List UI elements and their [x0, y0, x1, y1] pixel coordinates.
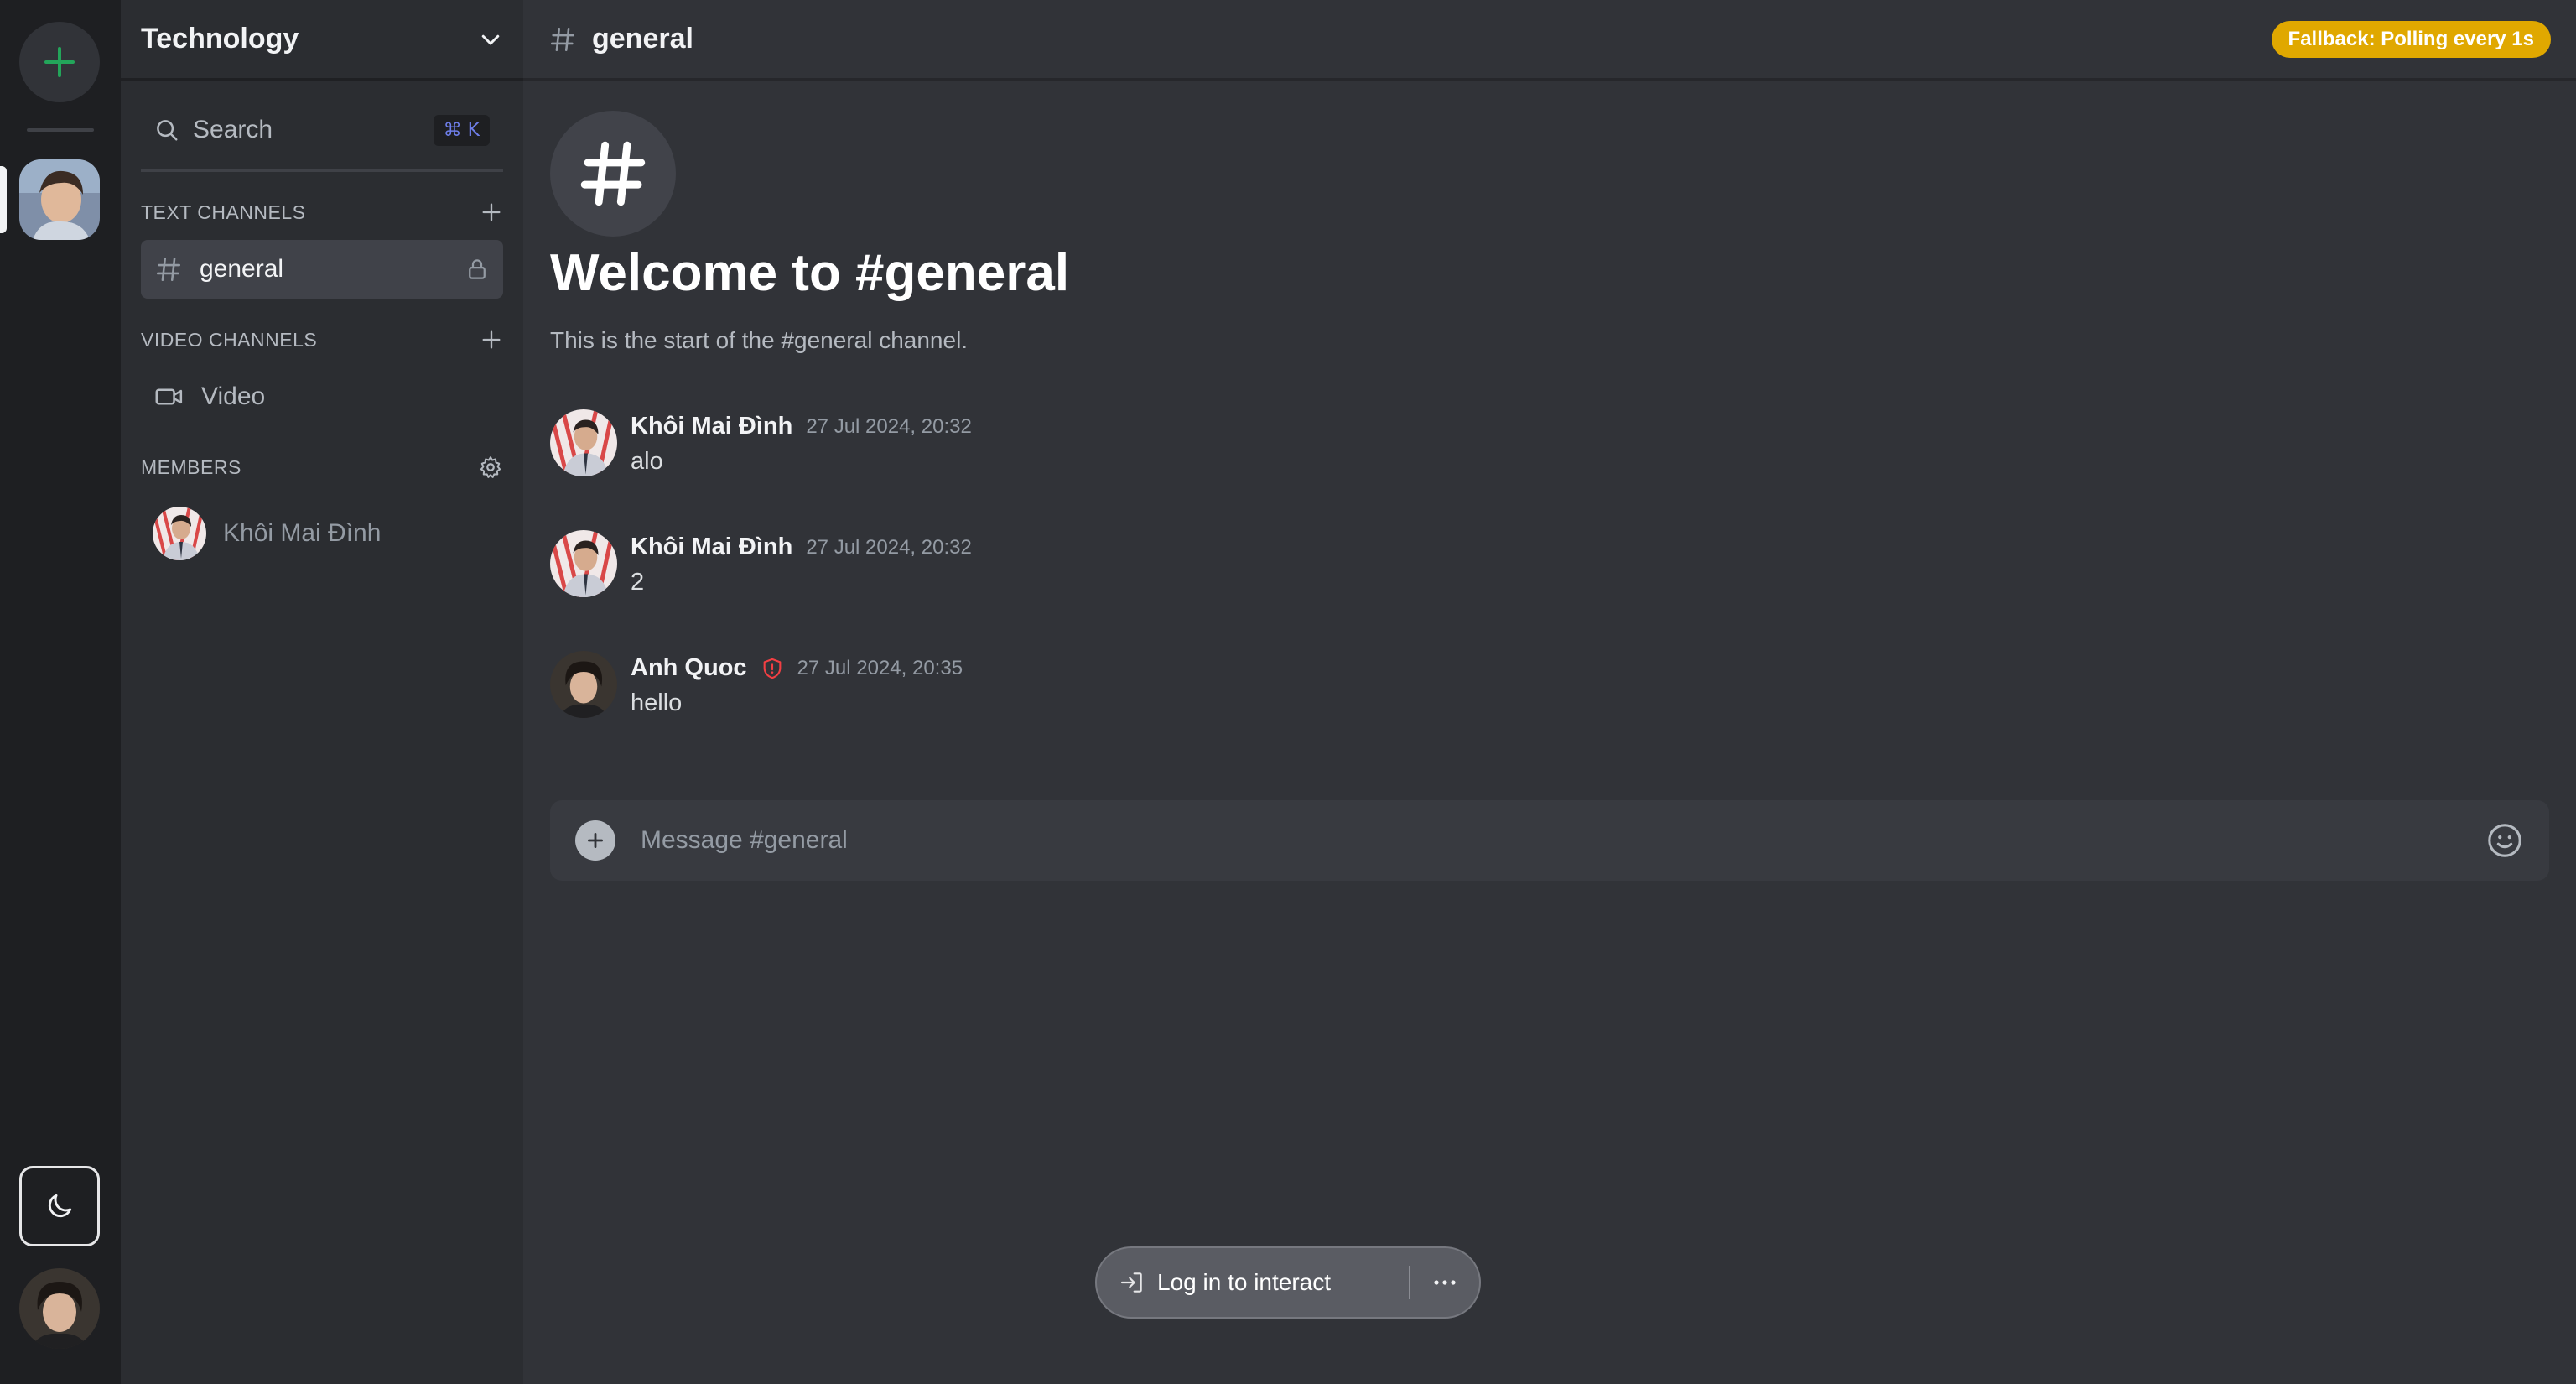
channel-item-general[interactable]: general: [141, 240, 503, 299]
chat-area: general Fallback: Polling every 1s Welco…: [523, 0, 2576, 1384]
channel-label: Video: [201, 382, 266, 410]
message-meta: Anh Quoc 27 Jul 2024, 20:35: [631, 654, 963, 682]
app-window: Technology Search ⌘ K TEXT CHANNELS gene…: [0, 0, 2576, 1384]
channel-title: general: [592, 23, 693, 55]
login-button[interactable]: Log in to interact: [1119, 1248, 1409, 1317]
theme-toggle-button[interactable]: [19, 1166, 100, 1246]
server-icon-technology[interactable]: [19, 159, 100, 240]
ellipsis-icon: [1432, 1278, 1457, 1287]
video-icon: [154, 382, 184, 411]
more-options-button[interactable]: [1410, 1248, 1479, 1317]
message-composer: [550, 800, 2549, 881]
add-server-button[interactable]: [19, 22, 100, 102]
admin-shield-icon: [761, 657, 784, 680]
video-channels-title: VIDEO CHANNELS: [141, 328, 318, 351]
status-badge: Fallback: Polling every 1s: [2271, 20, 2551, 58]
message-input[interactable]: [641, 826, 2485, 855]
welcome-subtitle: This is the start of the #general channe…: [550, 327, 969, 353]
hash-icon: [548, 25, 577, 54]
message-meta: Khôi Mai Đình 27 Jul 2024, 20:32: [631, 533, 972, 561]
channel-label: general: [200, 255, 284, 283]
members-title: MEMBERS: [141, 455, 242, 478]
sidebar-separator: [141, 169, 503, 172]
message-author[interactable]: Khôi Mai Đình: [631, 413, 792, 440]
attach-file-button[interactable]: [575, 820, 615, 861]
search-button[interactable]: Search ⌘ K: [141, 106, 503, 154]
add-text-channel-button[interactable]: [480, 200, 503, 224]
current-user-avatar[interactable]: [19, 1268, 100, 1349]
member-name: Khôi Mai Đình: [223, 519, 382, 547]
server-header[interactable]: Technology: [121, 0, 523, 81]
moon-icon: [44, 1190, 75, 1222]
hash-icon: [154, 255, 183, 284]
channel-sidebar: Technology Search ⌘ K TEXT CHANNELS gene…: [121, 0, 523, 1384]
video-channels-header: VIDEO CHANNELS: [141, 323, 503, 356]
channel-item-video[interactable]: Video: [141, 367, 503, 426]
rail-divider: [27, 128, 94, 132]
message-avatar[interactable]: [550, 530, 617, 597]
message-item: Anh Quoc 27 Jul 2024, 20:35 hello: [550, 651, 1724, 721]
hash-icon: [575, 136, 651, 211]
server-rail: [0, 0, 121, 1384]
message-meta: Khôi Mai Đình 27 Jul 2024, 20:32: [631, 413, 972, 440]
active-server-indicator: [0, 166, 7, 233]
message-author[interactable]: Khôi Mai Đình: [631, 533, 792, 561]
message-avatar[interactable]: [550, 409, 617, 476]
message-timestamp: 27 Jul 2024, 20:32: [806, 535, 972, 559]
chevron-down-icon: [478, 27, 503, 52]
message-text: alo: [631, 448, 663, 475]
text-channels-header: TEXT CHANNELS: [141, 195, 503, 229]
user-avatar-photo: [19, 1268, 100, 1349]
search-icon: [154, 117, 179, 143]
manage-members-gear-icon[interactable]: [478, 455, 503, 480]
emoji-picker-button[interactable]: [2485, 821, 2524, 860]
message-item: Khôi Mai Đình 27 Jul 2024, 20:32 2: [550, 530, 1724, 601]
text-channels-title: TEXT CHANNELS: [141, 200, 306, 223]
message-text: hello: [631, 689, 683, 716]
server-avatar-photo: [19, 159, 100, 240]
message-timestamp: 27 Jul 2024, 20:32: [806, 414, 972, 438]
search-shortcut-badge: ⌘ K: [433, 114, 490, 146]
plus-icon: [43, 45, 76, 79]
member-avatar: [153, 507, 206, 560]
search-label: Search: [193, 116, 273, 143]
welcome-title: Welcome to #general: [550, 244, 1070, 302]
message-author[interactable]: Anh Quoc: [631, 654, 747, 682]
members-header: MEMBERS: [141, 450, 503, 484]
login-label: Log in to interact: [1157, 1269, 1332, 1295]
channel-welcome-icon: [550, 111, 676, 237]
login-icon: [1119, 1269, 1145, 1296]
member-item[interactable]: Khôi Mai Đình: [153, 505, 381, 562]
lock-icon: [465, 257, 490, 282]
login-toolbar: Log in to interact: [1095, 1246, 1481, 1319]
message-item: Khôi Mai Đình 27 Jul 2024, 20:32 alo: [550, 409, 1724, 480]
message-avatar[interactable]: [550, 651, 617, 718]
message-timestamp: 27 Jul 2024, 20:35: [797, 656, 963, 679]
add-video-channel-button[interactable]: [480, 328, 503, 351]
message-text: 2: [631, 569, 645, 596]
chat-header: general Fallback: Polling every 1s: [523, 0, 2576, 81]
server-name: Technology: [141, 23, 299, 55]
